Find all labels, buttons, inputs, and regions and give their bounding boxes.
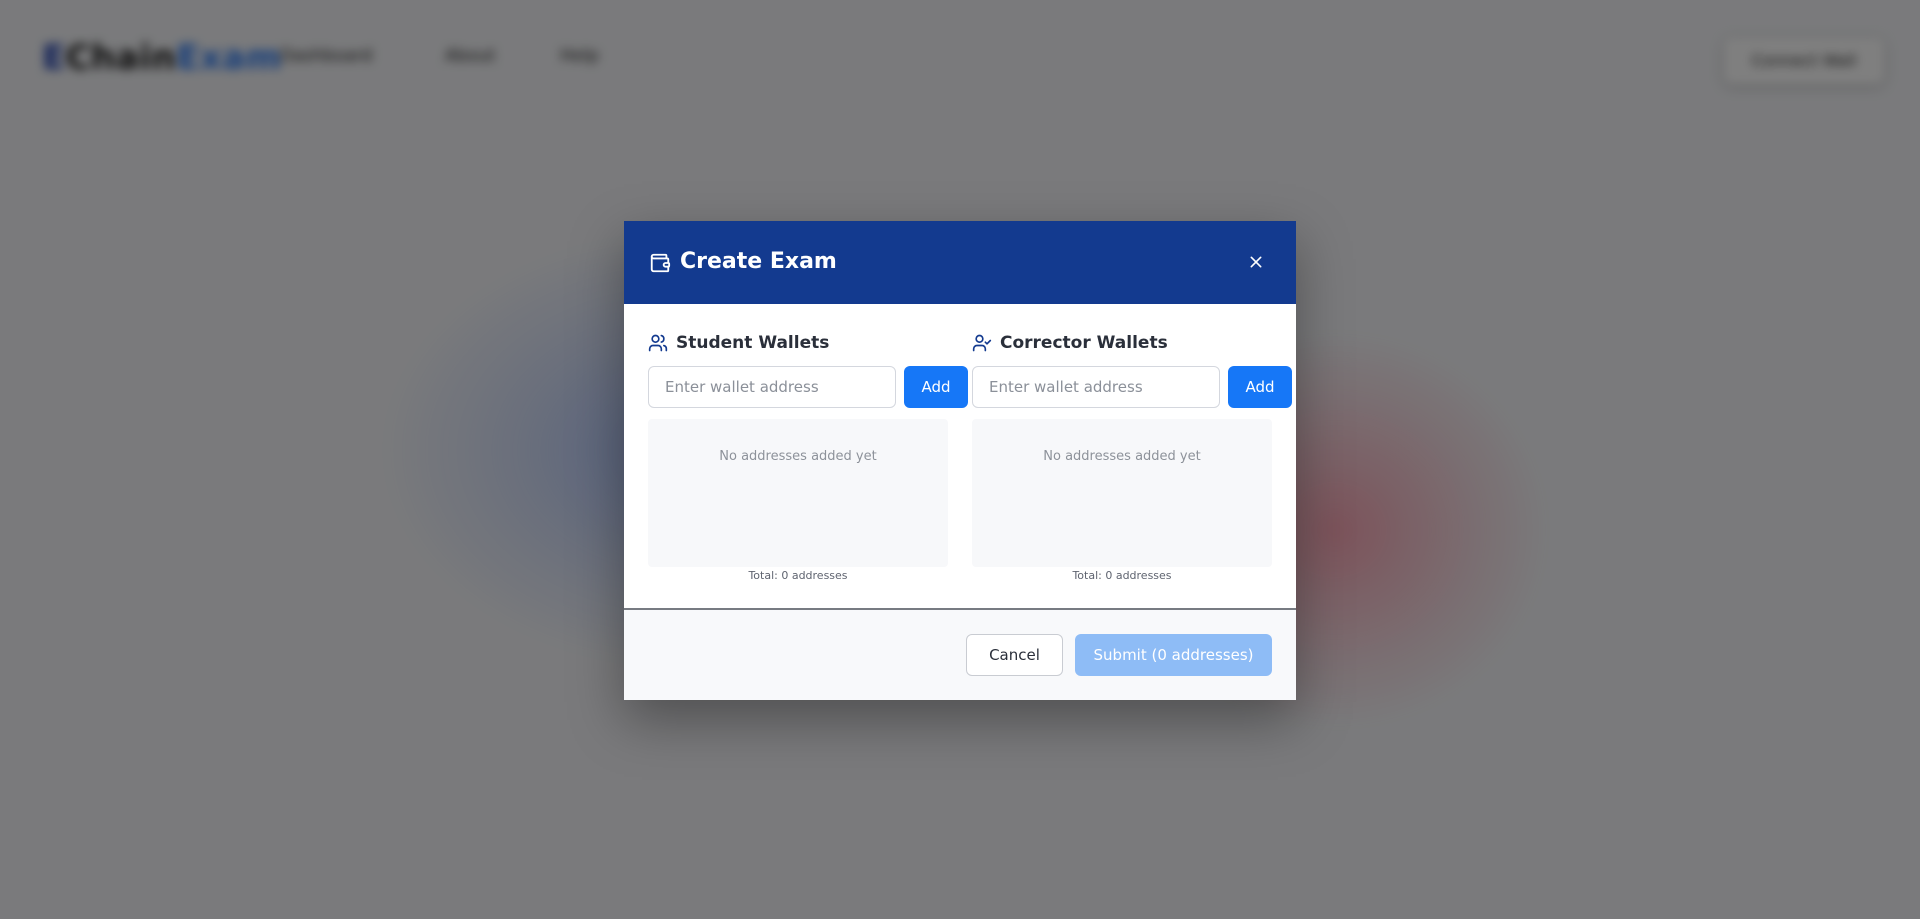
add-student-button[interactable]: Add bbox=[904, 366, 968, 408]
student-wallets-heading: Student Wallets bbox=[648, 331, 829, 355]
modal-title: Create Exam bbox=[680, 249, 837, 274]
corrector-wallet-input[interactable] bbox=[972, 366, 1220, 408]
add-corrector-button[interactable]: Add bbox=[1228, 366, 1292, 408]
close-icon bbox=[1250, 256, 1262, 268]
submit-button[interactable]: Submit (0 addresses) bbox=[1075, 634, 1272, 676]
student-wallet-input[interactable] bbox=[648, 366, 896, 408]
users-icon bbox=[648, 334, 668, 352]
corrector-wallets-heading: Corrector Wallets bbox=[972, 331, 1168, 355]
corrector-empty-message: No addresses added yet bbox=[1043, 449, 1201, 464]
student-address-list: No addresses added yet bbox=[648, 419, 948, 567]
user-check-icon bbox=[972, 334, 992, 352]
close-button[interactable] bbox=[1241, 247, 1271, 277]
corrector-address-list: No addresses added yet bbox=[972, 419, 1272, 567]
modal-header: Create Exam bbox=[624, 221, 1296, 304]
student-empty-message: No addresses added yet bbox=[719, 449, 877, 464]
page: EChainExam Dashboard About Help Connect … bbox=[0, 0, 1920, 919]
student-total-count: Total: 0 addresses bbox=[748, 569, 848, 582]
cancel-button[interactable]: Cancel bbox=[966, 634, 1063, 676]
wallet-icon bbox=[650, 253, 671, 273]
corrector-wallets-title: Corrector Wallets bbox=[1000, 333, 1168, 353]
modal-footer: Cancel Submit (0 addresses) bbox=[624, 608, 1296, 700]
create-exam-modal: Create Exam Student Wallets Enter wallet… bbox=[624, 221, 1296, 700]
corrector-total-count: Total: 0 addresses bbox=[1072, 569, 1172, 582]
student-wallets-title: Student Wallets bbox=[676, 333, 830, 353]
modal-body: Student Wallets Add No addresses added y… bbox=[624, 304, 1296, 567]
